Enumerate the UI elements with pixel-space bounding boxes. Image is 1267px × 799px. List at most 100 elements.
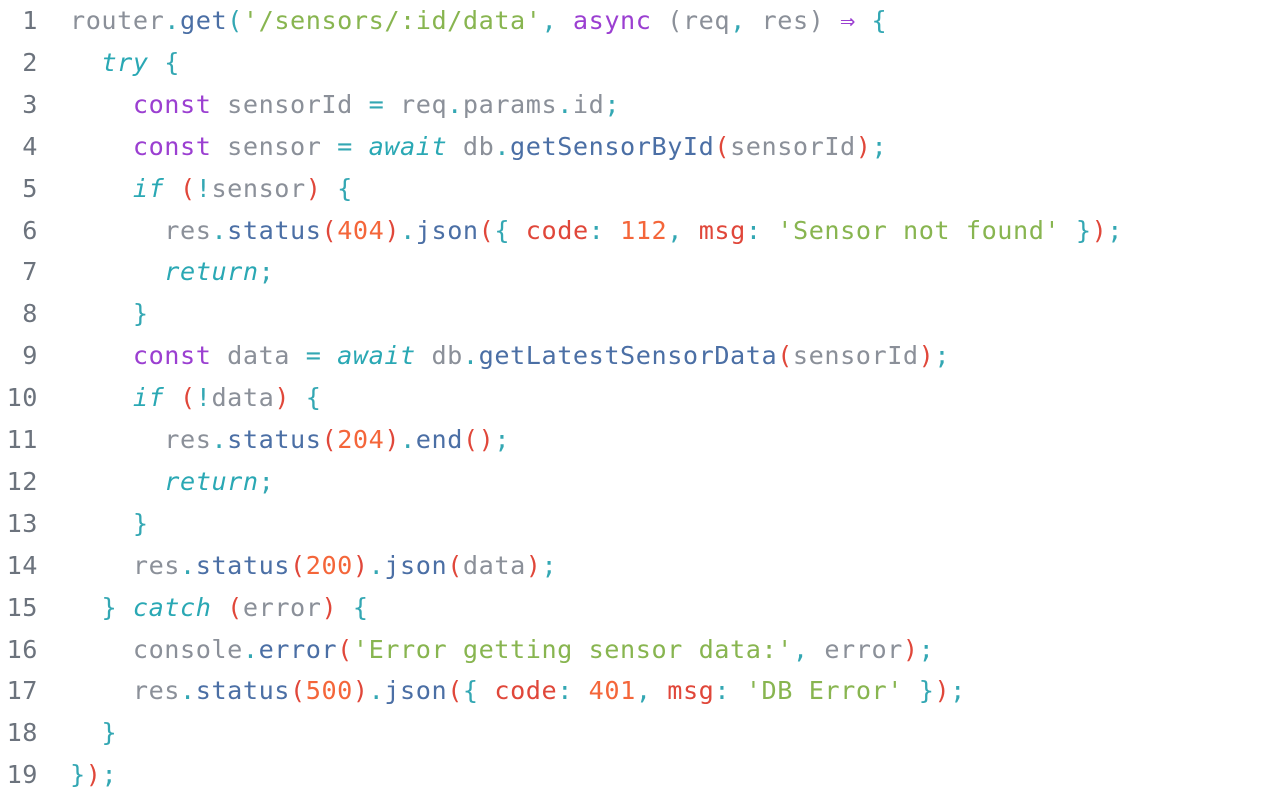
code-token: ( bbox=[447, 550, 463, 580]
code-token: : bbox=[557, 676, 589, 706]
line-number: 9 bbox=[22, 341, 38, 371]
code-line[interactable]: 12 return; bbox=[0, 461, 274, 503]
code-token: { bbox=[337, 592, 369, 622]
code-token: status bbox=[195, 676, 291, 706]
code-line[interactable]: 3 const sensorId = req.params.id; bbox=[0, 84, 620, 126]
code-token: } bbox=[132, 508, 149, 538]
code-token: { bbox=[321, 173, 353, 203]
code-token: ( bbox=[321, 215, 338, 245]
code-token: = bbox=[368, 89, 385, 119]
code-text: } bbox=[70, 293, 149, 335]
code-token: return bbox=[164, 466, 259, 496]
code-token: msg bbox=[698, 215, 746, 245]
code-line[interactable]: 4 const sensor = await db.getSensorById(… bbox=[0, 126, 887, 168]
code-line[interactable]: 18 } bbox=[0, 712, 117, 754]
code-token: . bbox=[368, 550, 385, 580]
code-token: code bbox=[494, 676, 558, 706]
code-line[interactable]: 2 try { bbox=[0, 42, 180, 84]
code-token: res bbox=[164, 425, 212, 454]
code-token: ( bbox=[180, 173, 196, 203]
code-token: error bbox=[242, 592, 322, 622]
code-token: req bbox=[384, 89, 448, 119]
code-token: ( bbox=[227, 6, 243, 35]
code-token: , bbox=[792, 634, 825, 664]
code-line[interactable]: 5 if (!sensor) { bbox=[0, 168, 353, 210]
code-token: 204 bbox=[337, 425, 385, 454]
code-token: ) bbox=[855, 131, 872, 161]
code-text: const sensorId = req.params.id; bbox=[70, 84, 620, 126]
code-token: ; bbox=[604, 89, 621, 119]
line-number: 12 bbox=[6, 466, 38, 496]
code-token: const bbox=[132, 131, 212, 161]
code-token: const bbox=[132, 89, 212, 119]
code-token: ; bbox=[1107, 215, 1124, 245]
code-text: const data = await db.getLatestSensorDat… bbox=[70, 335, 950, 377]
code-token: params bbox=[462, 89, 558, 119]
code-token: get bbox=[180, 6, 228, 35]
code-text: return; bbox=[70, 251, 274, 293]
code-token: . bbox=[242, 634, 259, 664]
code-token: . bbox=[400, 215, 416, 245]
code-token: } bbox=[903, 676, 935, 706]
code-token: ) bbox=[808, 6, 825, 35]
code-editor[interactable]: 1 router.get('/sensors/:id/data', async (… bbox=[0, 0, 1267, 799]
code-token: { bbox=[462, 676, 495, 706]
line-number: 16 bbox=[6, 634, 38, 664]
code-token: . bbox=[180, 550, 196, 580]
code-token: , bbox=[730, 6, 762, 35]
code-token: json bbox=[384, 676, 448, 706]
code-token: ( bbox=[180, 383, 196, 413]
code-line[interactable]: 13 } bbox=[0, 503, 149, 545]
code-line[interactable]: 17 res.status(500).json({ code: 401, msg… bbox=[0, 670, 966, 712]
code-token: : bbox=[588, 215, 621, 245]
code-token: catch bbox=[132, 592, 212, 622]
code-line[interactable]: 11 res.status(204).end(); bbox=[0, 419, 510, 461]
code-token: const bbox=[132, 341, 212, 371]
code-token: ( bbox=[777, 341, 793, 371]
code-token: ( bbox=[337, 634, 353, 664]
code-line[interactable]: 7 return; bbox=[0, 251, 274, 293]
code-line[interactable]: 9 const data = await db.getLatestSensorD… bbox=[0, 335, 950, 377]
code-line[interactable]: 14 res.status(200).json(data); bbox=[0, 545, 557, 587]
code-token: . bbox=[211, 215, 228, 245]
code-token: if bbox=[132, 383, 165, 413]
code-token: res bbox=[164, 215, 212, 245]
code-text: res.status(404).json({ code: 112, msg: '… bbox=[70, 210, 1123, 252]
code-token: ) bbox=[918, 341, 935, 371]
line-number: 13 bbox=[6, 508, 38, 538]
code-token: getSensorById bbox=[510, 131, 715, 161]
code-line[interactable]: 16 console.error('Error getting sensor d… bbox=[0, 629, 934, 671]
code-token: return bbox=[164, 257, 259, 287]
code-token: . bbox=[494, 131, 511, 161]
code-token: () bbox=[462, 425, 495, 454]
code-line[interactable]: 19}); bbox=[0, 754, 117, 796]
code-token: sensorId bbox=[211, 89, 369, 119]
code-token: = bbox=[305, 341, 322, 371]
code-token: ) bbox=[1091, 215, 1108, 245]
code-token: } bbox=[101, 592, 118, 622]
code-token: 500 bbox=[305, 676, 353, 706]
code-line[interactable]: 8 } bbox=[0, 293, 149, 335]
line-number: 17 bbox=[6, 676, 38, 706]
code-token: msg bbox=[667, 676, 715, 706]
code-token: code bbox=[525, 215, 589, 245]
code-token: id bbox=[572, 89, 605, 119]
code-line[interactable]: 15 } catch (error) { bbox=[0, 587, 369, 629]
code-token: json bbox=[384, 550, 448, 580]
line-number: 10 bbox=[6, 383, 38, 413]
code-line[interactable]: 10 if (!data) { bbox=[0, 377, 321, 419]
code-token: 401 bbox=[588, 676, 636, 706]
line-number: 15 bbox=[6, 592, 38, 622]
code-line[interactable]: 1 router.get('/sensors/:id/data', async (… bbox=[0, 0, 887, 42]
code-token: ; bbox=[950, 676, 966, 706]
code-token: router bbox=[70, 6, 165, 35]
code-line[interactable]: 6 res.status(404).json({ code: 112, msg:… bbox=[0, 210, 1123, 252]
code-text: if (!sensor) { bbox=[70, 168, 353, 210]
code-token: ( bbox=[321, 425, 338, 454]
code-token: getLatestSensorData bbox=[478, 341, 778, 371]
code-token: } bbox=[132, 299, 149, 329]
code-text: if (!data) { bbox=[70, 377, 321, 419]
code-token: sensorId bbox=[792, 341, 919, 371]
